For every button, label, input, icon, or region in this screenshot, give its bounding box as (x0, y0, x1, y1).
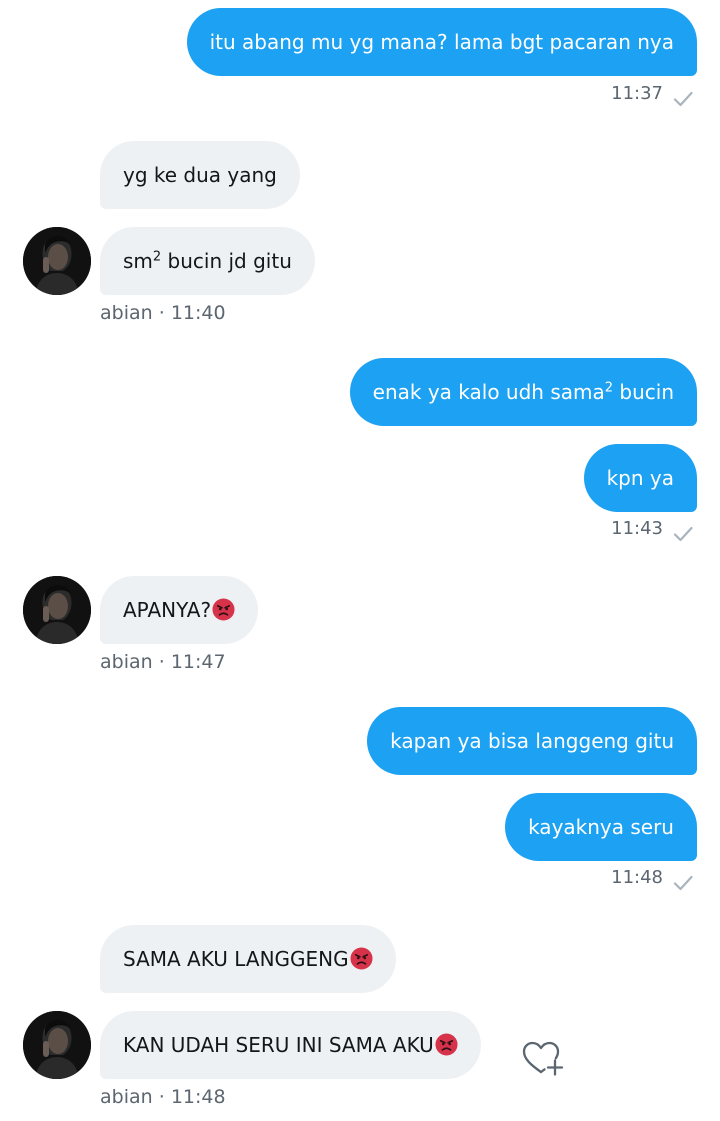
angry-face-icon (350, 947, 373, 970)
message-text: kpn ya (606, 466, 674, 490)
message-timestamp: 11:40 (170, 302, 226, 324)
message-bubble-sent[interactable]: itu abang mu yg mana? lama bgt pacaran n… (186, 8, 697, 76)
message-bubble-sent[interactable]: kayaknya seru (505, 793, 697, 861)
message-text: SAMA AKU LANGGENG (123, 947, 349, 971)
message-bubble-received[interactable]: APANYA? (100, 576, 259, 644)
meta-separator: · (158, 1086, 165, 1108)
avatar-photo (23, 1011, 91, 1079)
sender-name[interactable]: abian (100, 302, 153, 324)
angry-face-icon (435, 1033, 458, 1056)
message-bubble-received[interactable]: KAN UDAH SERU INI SAMA AKU (100, 1011, 481, 1079)
message-bubble-sent[interactable]: enak ya kalo udh sama2 bucin (349, 358, 697, 426)
sender-name[interactable]: abian (100, 1086, 153, 1108)
heart-plus-icon[interactable] (519, 1038, 569, 1078)
avatar-photo (23, 576, 91, 644)
avatar[interactable] (23, 576, 91, 644)
message-text: sm (123, 249, 153, 273)
message-meta: abian · 11:47 (100, 651, 226, 673)
message-text: APANYA? (123, 598, 212, 622)
avatar[interactable] (23, 1011, 91, 1079)
angry-face-icon (212, 598, 235, 621)
message-text: KAN UDAH SERU INI SAMA AKU (123, 1033, 434, 1057)
meta-separator: · (158, 302, 165, 324)
check-icon (673, 526, 693, 542)
avatar-photo (23, 227, 91, 295)
sender-name[interactable]: abian (100, 651, 153, 673)
message-text: yg ke dua yang (123, 163, 277, 187)
meta-separator: · (158, 651, 165, 673)
message-meta: abian · 11:40 (100, 302, 226, 324)
message-bubble-received[interactable]: yg ke dua yang (100, 141, 300, 209)
message-text: kapan ya bisa langgeng gitu (390, 729, 674, 753)
avatar[interactable] (23, 227, 91, 295)
check-icon (673, 91, 693, 107)
message-bubble-sent[interactable]: kpn ya (583, 444, 697, 512)
message-timestamp: 11:37 (611, 83, 663, 104)
message-text-continued: bucin jd gitu (161, 249, 292, 273)
message-timestamp: 11:47 (170, 651, 226, 673)
message-timestamp: 11:48 (170, 1086, 226, 1108)
message-meta: abian · 11:48 (100, 1086, 226, 1108)
message-bubble-received[interactable]: SAMA AKU LANGGENG (100, 925, 396, 993)
superscript: 2 (604, 380, 614, 396)
message-bubble-sent[interactable]: kapan ya bisa langgeng gitu (367, 707, 697, 775)
message-bubble-received[interactable]: sm2 bucin jd gitu (100, 227, 315, 295)
message-timestamp: 11:43 (611, 518, 663, 539)
message-text: itu abang mu yg mana? lama bgt pacaran n… (209, 30, 674, 54)
message-text-continued: bucin (613, 380, 674, 404)
message-text: kayaknya seru (528, 815, 674, 839)
check-icon (673, 875, 693, 891)
message-timestamp: 11:48 (611, 867, 663, 888)
message-text: enak ya kalo udh sama (372, 380, 605, 404)
superscript: 2 (152, 249, 162, 265)
